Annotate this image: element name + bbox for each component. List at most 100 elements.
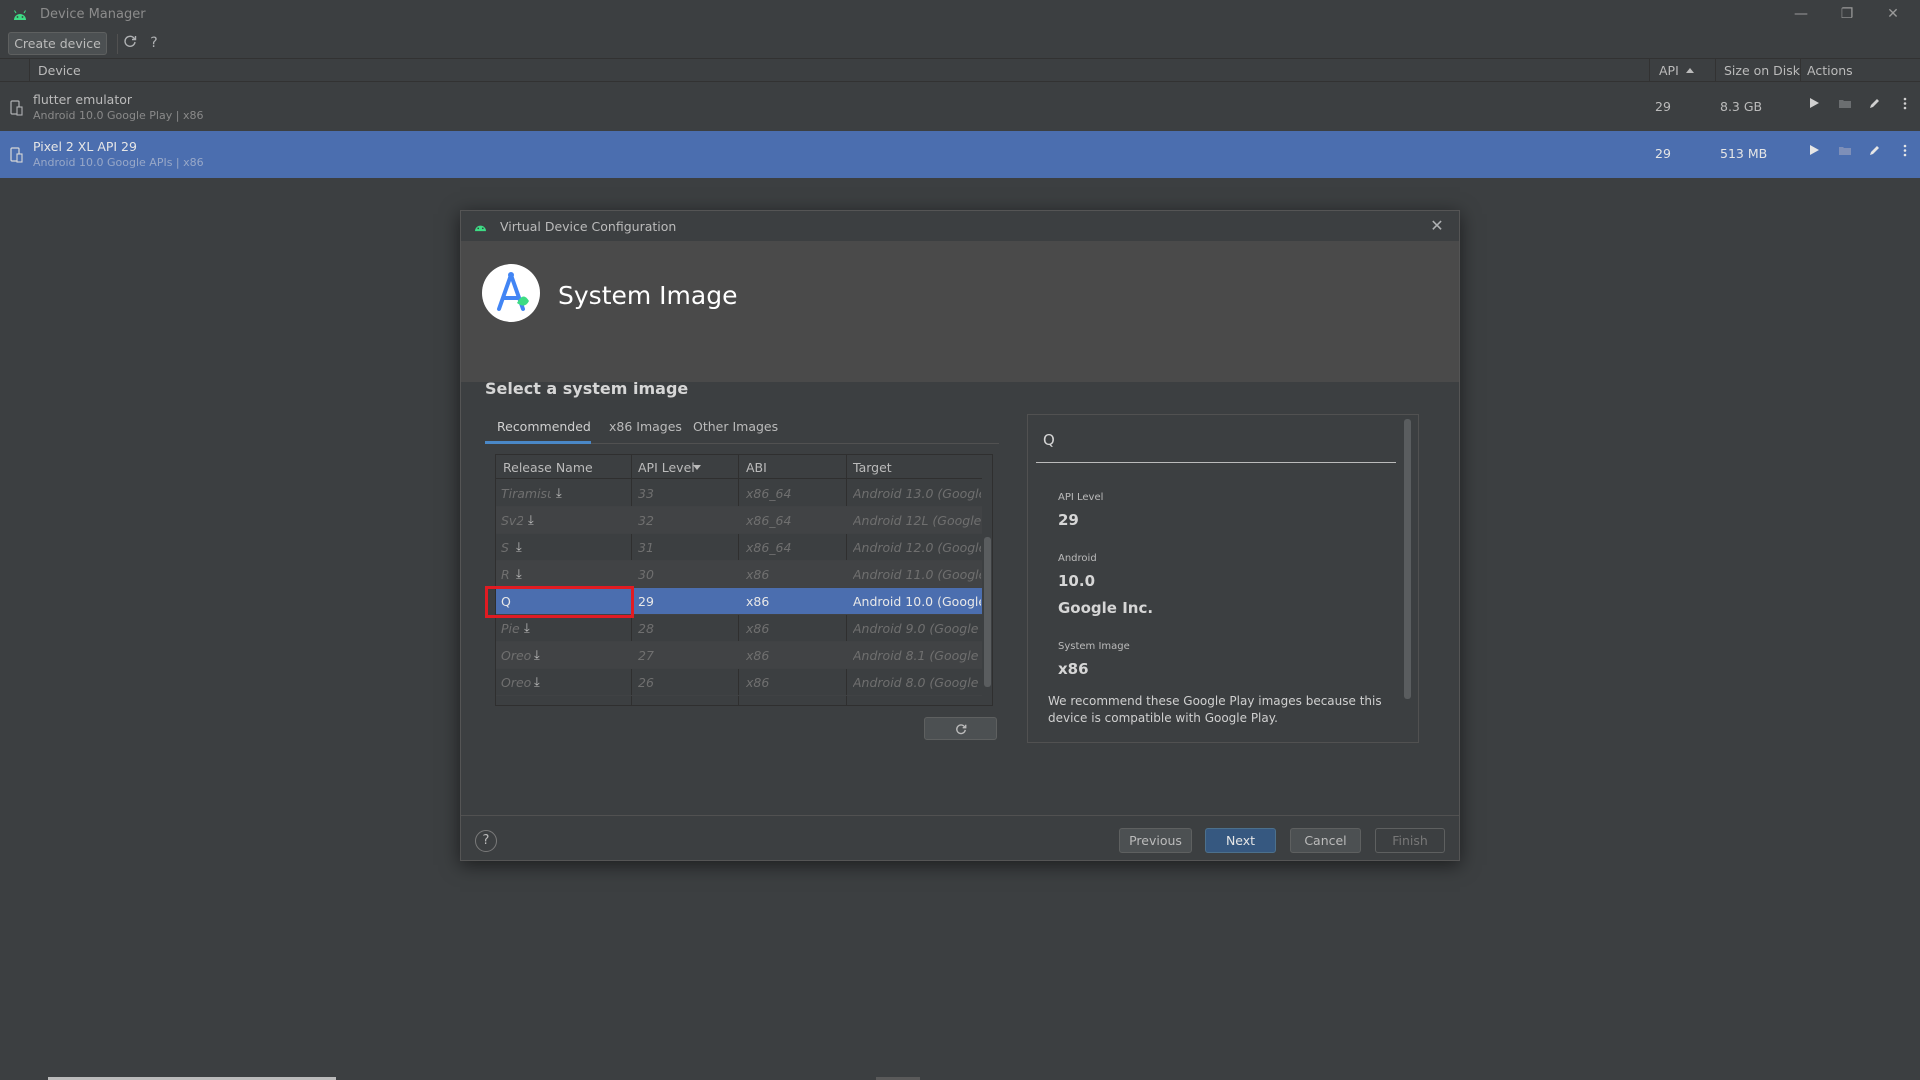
- device-row-selected[interactable]: Pixel 2 XL API 29 Android 10.0 Google AP…: [0, 131, 1920, 178]
- release-name: R: [501, 567, 510, 582]
- column-size[interactable]: Size on Disk: [1724, 63, 1800, 78]
- image-row[interactable]: Pie ⤓ 28 x86 Android 9.0 (Google Pla: [496, 615, 982, 642]
- system-image-value: x86: [1058, 660, 1089, 678]
- image-row[interactable]: R ⤓ 30 x86 Android 11.0 (Google P: [496, 561, 982, 588]
- edit-icon[interactable]: [1865, 97, 1883, 115]
- folder-icon[interactable]: [1836, 97, 1854, 115]
- edit-icon[interactable]: [1865, 144, 1883, 162]
- abi: x86_64: [746, 486, 792, 501]
- image-row[interactable]: S ⤓ 31 x86_64 Android 12.0 (Google P: [496, 534, 982, 561]
- device-row[interactable]: flutter emulator Android 10.0 Google Pla…: [0, 84, 1920, 131]
- download-icon[interactable]: ⤓: [524, 621, 538, 637]
- release-name: Oreo: [501, 648, 531, 663]
- android-studio-logo-icon: [482, 264, 540, 322]
- footer-divider: [461, 815, 1459, 816]
- column-separator: [1800, 59, 1801, 82]
- api-level: 33: [638, 486, 654, 501]
- toolbar: Create device ?: [0, 30, 1920, 58]
- sort-descending-icon: [693, 465, 701, 470]
- image-row[interactable]: Oreo ⤓ 26 x86 Android 8.0 (Google Pla: [496, 669, 982, 696]
- table-header: Release Name API Level ABI Target: [496, 455, 982, 479]
- detail-divider: [1036, 462, 1396, 463]
- device-icon: [10, 100, 23, 116]
- column-api-level[interactable]: API Level: [638, 460, 695, 475]
- column-separator: [1649, 59, 1650, 82]
- column-target[interactable]: Target: [853, 460, 892, 475]
- finish-button[interactable]: Finish: [1375, 828, 1445, 853]
- sort-ascending-icon: [1686, 68, 1694, 73]
- abi: x86: [746, 621, 770, 636]
- restore-button[interactable]: ❐: [1824, 0, 1870, 30]
- download-icon[interactable]: ⤓: [534, 648, 548, 664]
- target: Android 10.0 (Google P: [853, 594, 981, 609]
- help-button[interactable]: ?: [475, 830, 497, 852]
- detail-scrollbar[interactable]: [1404, 419, 1411, 699]
- selection-highlight-box: [485, 586, 634, 618]
- recommendation-note: We recommend these Google Play images be…: [1048, 694, 1382, 725]
- api-level-label: API Level: [1058, 492, 1104, 503]
- api-level: 31: [638, 540, 654, 555]
- api-level: 26: [638, 675, 654, 690]
- download-icon[interactable]: ⤓: [516, 567, 530, 583]
- create-device-button[interactable]: Create device: [8, 32, 107, 55]
- table-scrollbar[interactable]: [984, 537, 991, 687]
- help-icon[interactable]: ?: [145, 34, 163, 52]
- api-level: 29: [638, 594, 654, 609]
- column-device[interactable]: Device: [38, 63, 81, 78]
- device-size: 8.3 GB: [1720, 99, 1763, 114]
- refresh-images-button[interactable]: [924, 717, 997, 740]
- download-icon[interactable]: ⤓: [534, 675, 548, 691]
- download-icon[interactable]: ⤓: [556, 486, 570, 502]
- launch-icon[interactable]: [1805, 97, 1823, 115]
- image-row[interactable]: Tiramisu ⤓ 33 x86_64 Android 13.0 (Googl…: [496, 480, 982, 507]
- abi: x86: [746, 675, 770, 690]
- launch-icon[interactable]: [1805, 144, 1823, 162]
- column-release-name[interactable]: Release Name: [503, 460, 593, 475]
- folder-icon[interactable]: [1836, 144, 1854, 162]
- release-name: Oreo: [501, 675, 531, 690]
- column-api[interactable]: API: [1659, 63, 1679, 78]
- abi: x86: [746, 648, 770, 663]
- release-name: Tiramisu: [501, 486, 551, 501]
- dialog-close-icon[interactable]: ✕: [1427, 216, 1447, 236]
- window-title: Device Manager: [40, 7, 146, 22]
- device-details: Android 10.0 Google Play | x86: [33, 109, 204, 122]
- previous-button[interactable]: Previous: [1119, 828, 1192, 853]
- download-icon[interactable]: ⤓: [516, 540, 530, 556]
- abi: x86_64: [746, 540, 792, 555]
- more-options-icon[interactable]: [1896, 144, 1914, 162]
- refresh-icon: [955, 724, 966, 735]
- tab-recommended[interactable]: Recommended: [485, 419, 591, 444]
- toolbar-separator: [117, 34, 118, 54]
- api-level-value: 29: [1058, 511, 1079, 529]
- device-details: Android 10.0 Google APIs | x86: [33, 156, 204, 169]
- android-version: 10.0: [1058, 572, 1096, 590]
- android-icon: [14, 10, 26, 20]
- dialog-titlebar: Virtual Device Configuration ✕: [461, 211, 1459, 241]
- minimize-button[interactable]: —: [1778, 0, 1824, 30]
- device-table-header: Device API Size on Disk Actions: [0, 58, 1920, 82]
- close-button[interactable]: ✕: [1870, 0, 1916, 30]
- column-abi[interactable]: ABI: [746, 460, 767, 475]
- section-title: Select a system image: [485, 379, 689, 398]
- device-icon: [10, 147, 23, 163]
- download-icon[interactable]: ⤓: [528, 513, 542, 529]
- tab-other-images[interactable]: Other Images: [693, 419, 778, 444]
- column-actions[interactable]: Actions: [1807, 63, 1853, 78]
- column-separator: [1715, 59, 1716, 82]
- release-name: Pie: [501, 621, 520, 636]
- release-name: Sv2: [501, 513, 523, 528]
- cancel-button[interactable]: Cancel: [1290, 828, 1361, 853]
- tab-x86-images[interactable]: x86 Images: [609, 419, 682, 444]
- target: Android 13.0 (Google P: [853, 486, 981, 501]
- refresh-icon[interactable]: [121, 34, 139, 52]
- next-button[interactable]: Next: [1205, 828, 1276, 853]
- dialog-title: Virtual Device Configuration: [500, 219, 677, 234]
- image-row[interactable]: Oreo ⤓ 27 x86 Android 8.1 (Google Pla: [496, 642, 982, 669]
- more-options-icon[interactable]: [1896, 97, 1914, 115]
- dialog-heading: System Image: [558, 281, 738, 310]
- image-row[interactable]: Sv2 ⤓ 32 x86_64 Android 12L (Google Pl: [496, 507, 982, 534]
- target: Android 9.0 (Google Pla: [853, 621, 981, 636]
- api-level: 27: [638, 648, 654, 663]
- target: Android 12.0 (Google P: [853, 540, 981, 555]
